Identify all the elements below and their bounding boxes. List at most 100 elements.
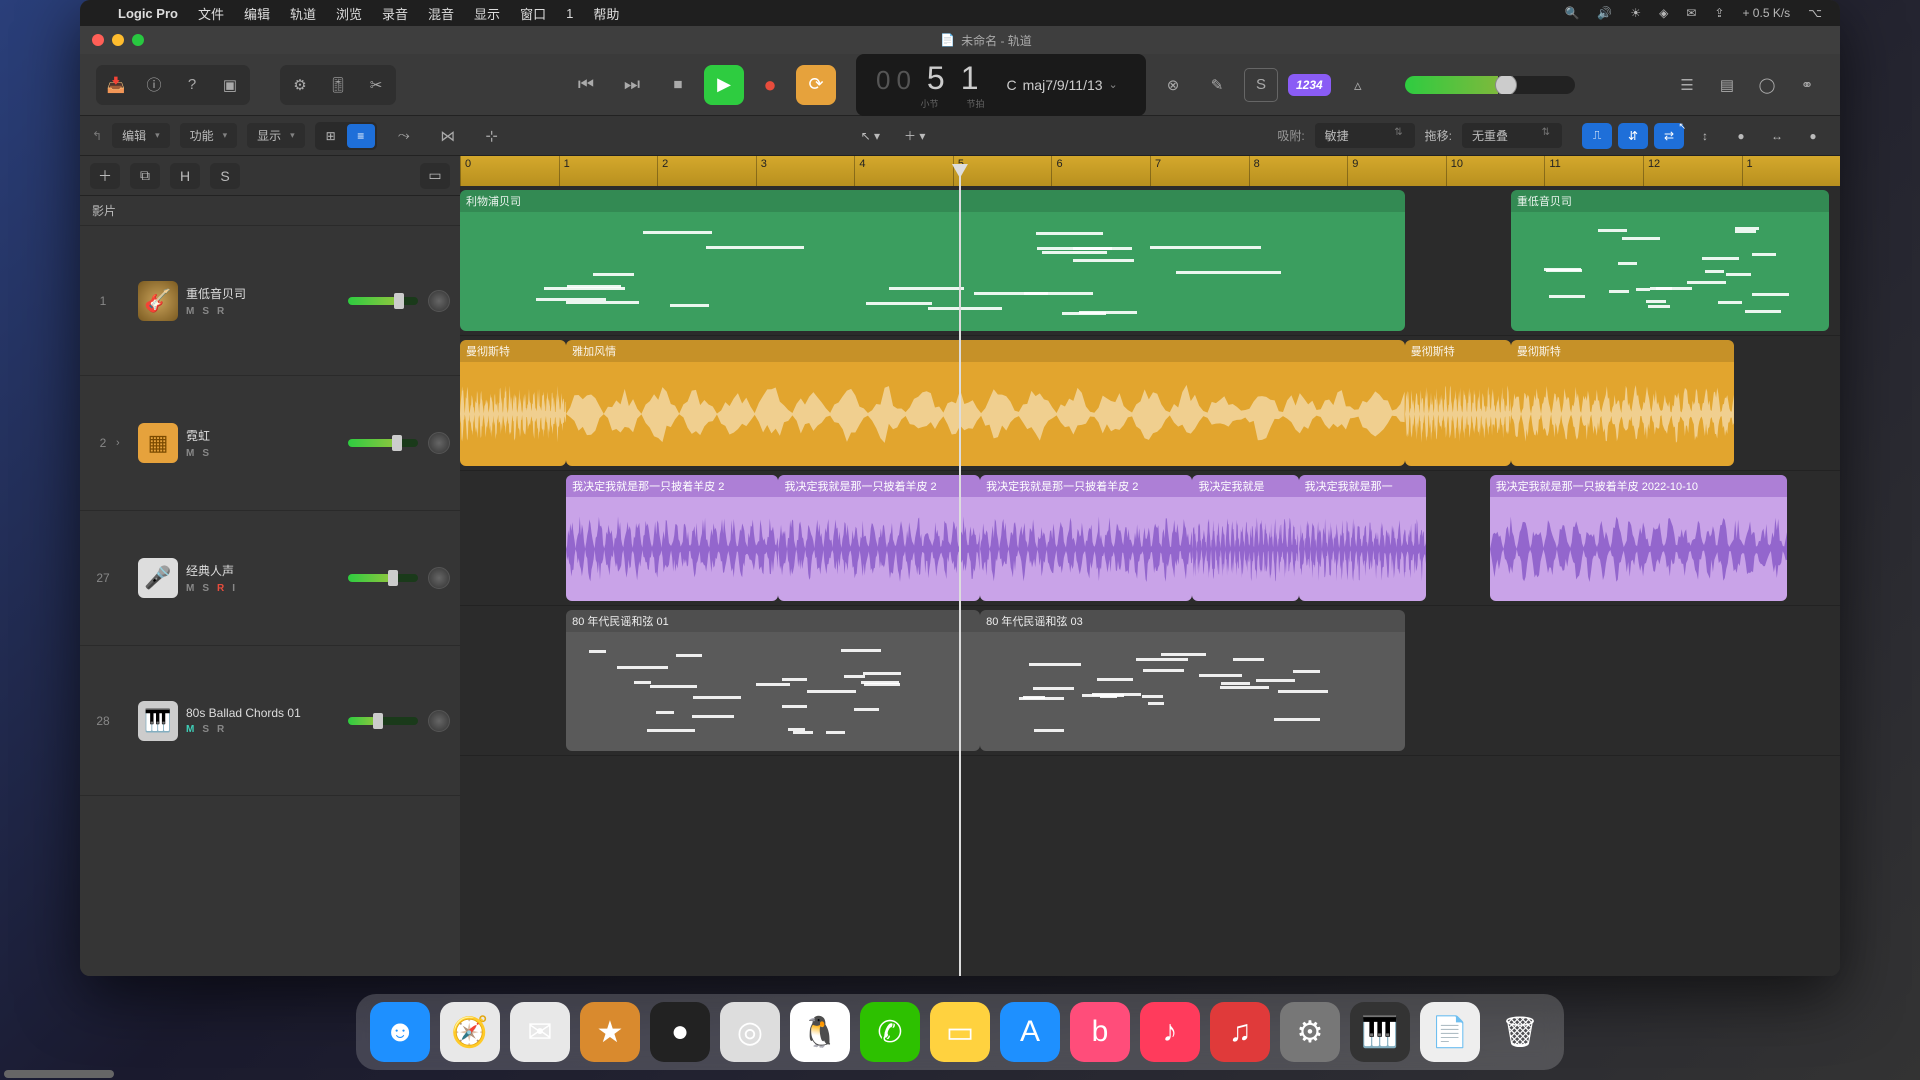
- volume-icon[interactable]: 🔊: [1597, 6, 1612, 20]
- track-header-27[interactable]: 27 🎤 经典人声 M S R I: [80, 511, 460, 646]
- input-monitor-button[interactable]: I: [232, 583, 235, 594]
- dock-app-bilibili[interactable]: b: [1070, 1002, 1130, 1062]
- zoom-out-icon[interactable]: ●: [1726, 123, 1756, 149]
- window-maximize[interactable]: [132, 34, 144, 46]
- loop-browser-icon[interactable]: ◯: [1750, 68, 1784, 102]
- ruler-bar[interactable]: 9: [1347, 156, 1446, 186]
- lcd-display[interactable]: 00 5 1 小节 节拍 C maj7/9/11/13 ⌄: [856, 54, 1146, 116]
- library-button[interactable]: 📥: [99, 68, 133, 102]
- smart-controls-icon[interactable]: ⚙: [283, 68, 317, 102]
- volume-fader[interactable]: [348, 439, 418, 447]
- notepad-icon[interactable]: ▤: [1710, 68, 1744, 102]
- global-s-button[interactable]: S: [210, 163, 240, 189]
- ruler-bar[interactable]: 7: [1150, 156, 1249, 186]
- record-enable-button[interactable]: R: [217, 583, 224, 594]
- dock-app-disc[interactable]: ◎: [720, 1002, 780, 1062]
- track-instrument-icon[interactable]: 🎹: [138, 701, 178, 741]
- editors-icon[interactable]: ✂: [359, 68, 393, 102]
- view-menu[interactable]: 显示: [247, 123, 305, 148]
- menu-track[interactable]: 轨道: [290, 4, 316, 23]
- dock-app-document[interactable]: 📄: [1420, 1002, 1480, 1062]
- track-instrument-icon[interactable]: 🎸: [138, 281, 178, 321]
- duplicate-track-button[interactable]: ⧉: [130, 163, 160, 189]
- quick-help-button[interactable]: ?: [175, 68, 209, 102]
- menu-view[interactable]: 显示: [474, 4, 500, 23]
- window-close[interactable]: [92, 34, 104, 46]
- record-enable-button[interactable]: R: [217, 724, 224, 735]
- menu-browse[interactable]: 浏览: [336, 4, 362, 23]
- ruler-bar[interactable]: 8: [1249, 156, 1348, 186]
- pan-knob[interactable]: [428, 710, 450, 732]
- functions-menu[interactable]: 功能: [180, 123, 238, 148]
- view-list-icon[interactable]: ≡: [347, 124, 375, 148]
- key-signature[interactable]: C maj7/9/11/13 ⌄: [1007, 77, 1118, 93]
- drag-select[interactable]: 无重叠: [1462, 123, 1562, 148]
- track-lane-1[interactable]: 利物浦贝司重低音贝司: [460, 186, 1840, 336]
- dock-app-mail[interactable]: ✉: [510, 1002, 570, 1062]
- dock-app-netease[interactable]: ♫: [1210, 1002, 1270, 1062]
- wechat-status-icon[interactable]: ✉: [1686, 6, 1696, 20]
- add-tool-icon[interactable]: ＋ ▾: [904, 127, 925, 144]
- volume-fader[interactable]: [348, 574, 418, 582]
- flex-icon[interactable]: ⋈: [431, 119, 465, 153]
- mixer-icon[interactable]: 🎚: [321, 68, 355, 102]
- record-button[interactable]: ●: [750, 65, 790, 105]
- region[interactable]: 我决定我就是: [1192, 475, 1298, 601]
- record-enable-button[interactable]: R: [217, 306, 224, 317]
- ruler-bar[interactable]: 5: [953, 156, 1052, 186]
- bar-ruler[interactable]: 01234567891011121: [460, 156, 1840, 186]
- region[interactable]: 我决定我就是那一只披着羊皮 2: [566, 475, 778, 601]
- menu-help[interactable]: 帮助: [593, 4, 619, 23]
- metronome-icon[interactable]: ▵: [1341, 68, 1375, 102]
- solo-mode-icon[interactable]: S: [1244, 68, 1278, 102]
- app-name[interactable]: Logic Pro: [118, 6, 178, 21]
- region[interactable]: 我决定我就是那一: [1299, 475, 1426, 601]
- dock-app-qq[interactable]: 🐧: [790, 1002, 850, 1062]
- region[interactable]: 我决定我就是那一只披着羊皮 2: [778, 475, 980, 601]
- dock-app-appstore[interactable]: A: [1000, 1002, 1060, 1062]
- pan-knob[interactable]: [428, 432, 450, 454]
- track-lane-28[interactable]: 80 年代民谣和弦 0180 年代民谣和弦 03: [460, 606, 1840, 756]
- cycle-button[interactable]: ⟳: [796, 65, 836, 105]
- arrange-area[interactable]: 01234567891011121 利物浦贝司重低音贝司曼彻斯特雅加风情曼彻斯特…: [460, 156, 1840, 976]
- play-button[interactable]: ▶: [704, 65, 744, 105]
- dock-app-safari[interactable]: 🧭: [440, 1002, 500, 1062]
- forward-button[interactable]: ⏭: [612, 65, 652, 105]
- zoom-full-icon[interactable]: ●: [1798, 123, 1828, 149]
- playhead[interactable]: [959, 174, 961, 976]
- track-instrument-icon[interactable]: 🎤: [138, 558, 178, 598]
- ruler-bar[interactable]: 12: [1643, 156, 1742, 186]
- menu-mix[interactable]: 混音: [428, 4, 454, 23]
- low-latency-icon[interactable]: ✎: [1200, 68, 1234, 102]
- view-grid-icon[interactable]: ⊞: [317, 124, 345, 148]
- mute-button[interactable]: M: [186, 448, 194, 459]
- ruler-bar[interactable]: 2: [657, 156, 756, 186]
- dock-app-midi[interactable]: 🎹: [1350, 1002, 1410, 1062]
- solo-button[interactable]: S: [202, 583, 209, 594]
- track-header-config-icon[interactable]: ▭: [420, 163, 450, 189]
- ruler-bar[interactable]: 11: [1544, 156, 1643, 186]
- track-header-2[interactable]: 2 › ▦ 霓虹 M S: [80, 376, 460, 511]
- mute-button[interactable]: M: [186, 724, 194, 735]
- ruler-bar[interactable]: 1: [1742, 156, 1840, 186]
- ruler-bar[interactable]: 4: [854, 156, 953, 186]
- stop-button[interactable]: ⏹: [658, 65, 698, 105]
- search-icon[interactable]: 🔍: [1564, 6, 1579, 20]
- volume-fader[interactable]: [348, 297, 418, 305]
- menu-record[interactable]: 录音: [382, 4, 408, 23]
- inspector-button[interactable]: ⓘ: [137, 68, 171, 102]
- zoom-horizontal-icon[interactable]: ↔: [1762, 123, 1792, 149]
- back-icon[interactable]: ↰: [92, 129, 102, 143]
- region[interactable]: 曼彻斯特: [1511, 340, 1734, 466]
- track-header-1[interactable]: 1 🎸 重低音贝司 M S R: [80, 226, 460, 376]
- snap-select[interactable]: 敏捷: [1315, 123, 1415, 148]
- dock-app-notes[interactable]: ▭: [930, 1002, 990, 1062]
- count-in-badge[interactable]: 1234: [1288, 74, 1331, 96]
- track-lane-27[interactable]: 我决定我就是那一只披着羊皮 2我决定我就是那一只披着羊皮 2我决定我就是那一只披…: [460, 471, 1840, 606]
- region[interactable]: 我决定我就是那一只披着羊皮 2: [980, 475, 1192, 601]
- wifi-icon[interactable]: ⇪: [1714, 6, 1724, 20]
- dock-app-apogee[interactable]: ●: [650, 1002, 710, 1062]
- zoom-vertical-icon[interactable]: ↕: [1690, 123, 1720, 149]
- solo-button[interactable]: S: [202, 306, 209, 317]
- ruler-bar[interactable]: 6: [1051, 156, 1150, 186]
